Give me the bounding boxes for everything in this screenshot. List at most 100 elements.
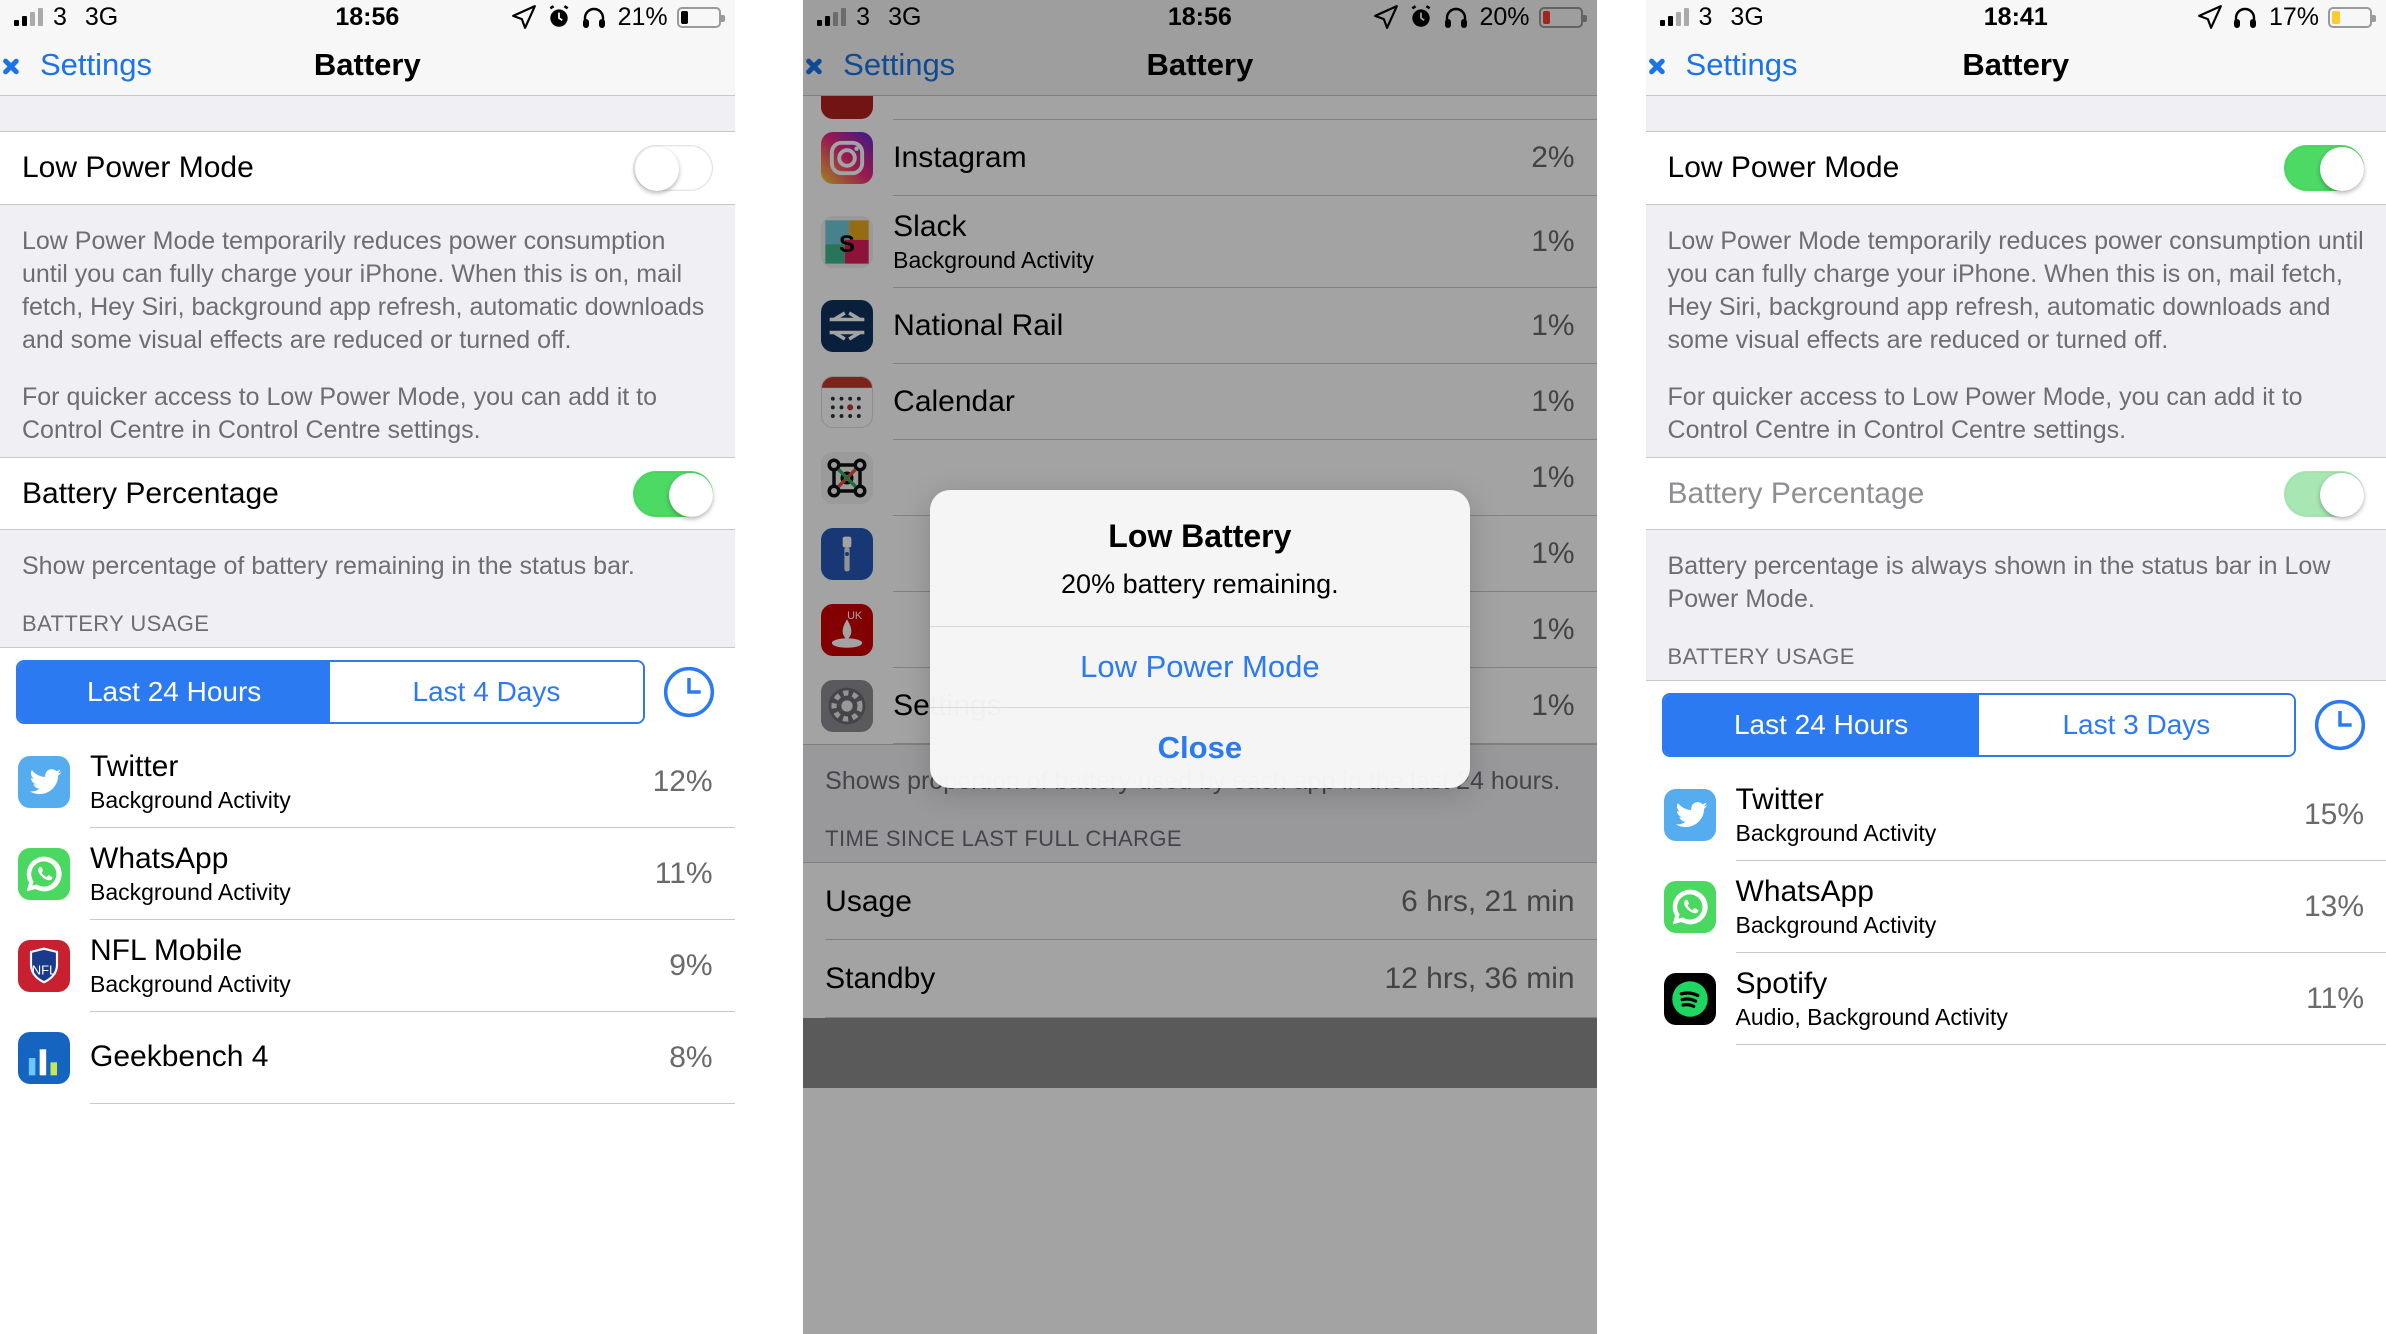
app-text: Instagram [893, 141, 1531, 175]
segmented-control[interactable]: Last 24 Hours Last 3 Days [1661, 693, 2296, 757]
app-name: Geekbench 4 [90, 1039, 269, 1073]
table-row[interactable]: Spotify Audio, Background Activity 11% [1646, 953, 2386, 1045]
battery-percentage-footer-text: Show percentage of battery remaining in … [22, 552, 635, 580]
show-usage-time-button[interactable] [2312, 697, 2368, 753]
app-percent: 1% [1531, 461, 1575, 494]
battery-percentage-footer: Battery percentage is always shown in th… [1645, 529, 2386, 626]
table-row[interactable]: WhatsApp Background Activity 13% [1646, 861, 2386, 953]
battery-percentage-label: Battery Percentage [22, 476, 279, 510]
back-button[interactable]: Settings [817, 47, 955, 83]
app-text: Twitter Background Activity [1736, 783, 2304, 847]
network-type-label: 3G [1730, 2, 1764, 31]
back-button[interactable]: Settings [1660, 47, 1798, 83]
app-text: Spotify Audio, Background Activity [1736, 967, 2307, 1031]
santander-icon: UK [821, 604, 874, 656]
signal-bars-icon [1659, 8, 1689, 26]
table-row-partial[interactable] [803, 96, 1597, 120]
battery-icon [676, 6, 725, 28]
low-power-mode-toggle[interactable] [2284, 145, 2364, 191]
app-percent: 2% [1531, 141, 1575, 174]
low-power-mode-toggle[interactable] [632, 145, 713, 191]
segment-last-3-days[interactable]: Last 3 Days [1978, 695, 2294, 755]
low-power-mode-row[interactable]: Low Power Mode [1645, 132, 2386, 204]
segment-last-24-hours[interactable]: Last 24 Hours [18, 662, 331, 722]
back-button-label: Settings [1685, 46, 1798, 82]
app-activity: Background Activity [893, 246, 1094, 273]
app-activity: Audio, Background Activity [1735, 1003, 2008, 1030]
twitter-icon [1663, 789, 1716, 841]
battery-percentage-row: Battery Percentage [1645, 457, 2386, 529]
table-row[interactable]: Instagram 2% [803, 120, 1597, 196]
segmented-control[interactable]: Last 24 Hours Last 4 Days [16, 660, 645, 724]
panel-low-battery-alert: 3 3G 18:56 20% Settings Battery Instagra… [803, 0, 1597, 1334]
app-name: Spotify [1735, 967, 1828, 1001]
status-bar-right: 20% [1373, 2, 1587, 32]
app-percent: 1% [1531, 537, 1575, 570]
show-usage-time-button[interactable] [661, 664, 717, 720]
app-text: WhatsApp Background Activity [90, 842, 655, 906]
nav-bar: Settings Battery [0, 34, 735, 96]
standby-time-row: Standby 12 hrs, 36 min [803, 940, 1597, 1018]
panel-divider [734, 0, 804, 1334]
battery-percentage-row[interactable]: Battery Percentage [0, 457, 735, 529]
app-percent: 11% [654, 857, 713, 890]
app-activity: Background Activity [1735, 911, 1937, 938]
app-activity: Background Activity [1735, 819, 1937, 846]
battery-percentage-toggle[interactable] [632, 470, 713, 517]
battery-icon [2328, 6, 2376, 28]
table-row[interactable]: Geekbench 4 8% [0, 1012, 735, 1104]
settings-gear-icon [821, 680, 874, 732]
twitter-icon [18, 756, 70, 808]
table-row[interactable]: Calendar 1% [803, 364, 1597, 440]
table-row[interactable]: WhatsApp Background Activity 11% [0, 828, 735, 920]
spotify-icon [1663, 973, 1716, 1025]
list-bottom-filler [803, 1018, 1597, 1088]
alert-close-button[interactable]: Close [929, 707, 1470, 788]
svg-text:UK: UK [847, 610, 863, 622]
table-row[interactable]: Twitter Background Activity 15% [1646, 769, 2386, 861]
time-since-full-charge-header: TIME SINCE LAST FULL CHARGE [803, 808, 1597, 862]
segment-last-24-hours[interactable]: Last 24 Hours [1663, 695, 1979, 755]
panel-low-power-on: 3 3G 18:41 17% Settings Battery Low Powe… [1645, 0, 2386, 1334]
battery-usage-header: BATTERY USAGE [1645, 626, 2386, 680]
back-button-label: Settings [843, 46, 956, 82]
table-row[interactable]: Twitter Background Activity 12% [0, 736, 735, 828]
nav-bar: Settings Battery [1645, 34, 2386, 96]
battery-percent-label: 20% [1479, 2, 1530, 31]
location-arrow-icon [511, 5, 536, 29]
carrier-label: 3 [1698, 2, 1713, 31]
alert-header: Low Battery 20% battery remaining. [930, 490, 1470, 626]
low-power-mode-label: Low Power Mode [22, 151, 254, 184]
table-row[interactable]: NFL NFL Mobile Background Activity 9% [0, 920, 735, 1012]
standby-value: 12 hrs, 36 min [1384, 962, 1575, 995]
app-name: Calendar [893, 385, 1015, 419]
network-type-label: 3G [84, 2, 119, 31]
app-text: National Rail [893, 309, 1531, 343]
status-bar: 3 3G 18:56 20% [803, 0, 1597, 34]
alarm-clock-icon [1411, 5, 1430, 27]
app-text: Calendar [893, 385, 1531, 419]
usage-range-selector: Last 24 Hours Last 4 Days [0, 647, 735, 736]
alert-message: 20% battery remaining. [1061, 569, 1339, 599]
app-name: Twitter [90, 750, 179, 784]
table-row[interactable]: S Slack Background Activity 1% [803, 196, 1597, 288]
low-power-footer-paragraph-1: Low Power Mode temporarily reduces power… [22, 227, 705, 354]
back-button[interactable]: Settings [14, 47, 152, 83]
chevron-left-icon [817, 50, 835, 80]
location-arrow-icon [2198, 5, 2222, 29]
panel-divider [1596, 0, 1646, 1334]
three-panel-comparison: 3 3G 18:56 21% Settings Battery Low Powe… [0, 0, 2386, 1334]
app-text: Slack Background Activity [893, 210, 1531, 274]
whatsapp-icon [18, 848, 70, 900]
instagram-icon [821, 132, 874, 184]
status-bar-left: 3 3G [14, 3, 118, 32]
battery-usage-app-list: Twitter Background Activity 15% WhatsApp… [1645, 769, 2386, 1045]
status-bar: 3 3G 18:56 21% [0, 0, 735, 34]
segment-last-4-days[interactable]: Last 4 Days [330, 662, 643, 722]
table-row[interactable]: National Rail 1% [803, 288, 1597, 364]
nfl-icon: NFL [18, 940, 70, 992]
status-bar-left: 3 3G [817, 3, 921, 32]
alert-low-power-mode-button[interactable]: Low Power Mode [929, 626, 1470, 707]
app-percent: 1% [1531, 613, 1575, 646]
low-power-mode-row[interactable]: Low Power Mode [0, 132, 735, 204]
